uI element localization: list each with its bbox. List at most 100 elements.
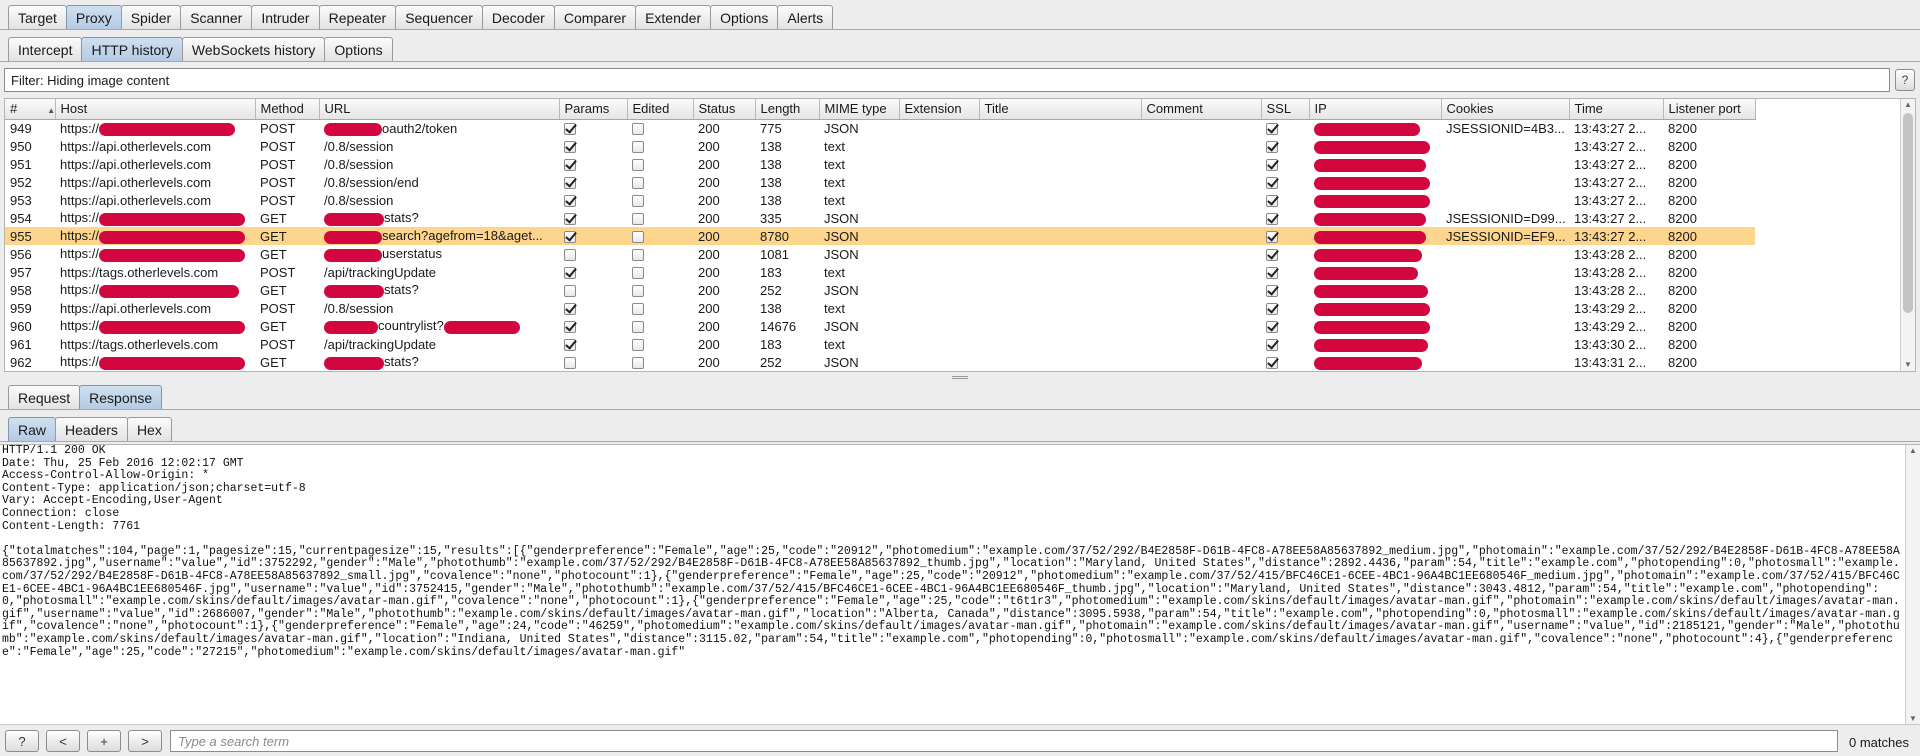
edited-checkbox[interactable] — [632, 213, 644, 226]
column-header-number[interactable]: # ▲ — [5, 99, 56, 120]
edited-checkbox[interactable] — [632, 141, 644, 154]
column-header-method[interactable]: Method — [255, 99, 320, 120]
tab-request[interactable]: Request — [8, 385, 81, 409]
tab-proxy[interactable]: Proxy — [65, 5, 122, 29]
column-header-title[interactable]: Title — [979, 99, 1142, 120]
search-next-button[interactable]: > — [128, 730, 162, 752]
column-header-ssl[interactable]: SSL — [1261, 99, 1310, 120]
tab-raw[interactable]: Raw — [8, 417, 57, 441]
search-previous-button[interactable]: < — [46, 730, 80, 752]
edited-checkbox[interactable] — [632, 195, 644, 208]
response-raw-text[interactable]: HTTP/1.1 200 OK Date: Thu, 25 Feb 2016 1… — [2, 445, 1902, 725]
edited-checkbox[interactable] — [632, 303, 644, 316]
table-row[interactable]: 950 https://api.otherlevels.com POST/0.8/s… — [5, 137, 1755, 155]
edited-checkbox[interactable] — [632, 159, 644, 172]
response-scrollbar[interactable]: ▲ ▼ — [1905, 445, 1920, 725]
ssl-checkbox[interactable] — [1266, 339, 1278, 352]
column-header-params[interactable]: Params — [559, 99, 628, 120]
tab-comparer[interactable]: Comparer — [553, 5, 637, 29]
table-row[interactable]: 962 https:// GET stats? 200 252 JSON 13:43:31 2… — [5, 353, 1755, 371]
edited-checkbox[interactable] — [632, 267, 644, 280]
ssl-checkbox[interactable] — [1266, 267, 1278, 280]
column-header-cookies[interactable]: Cookies — [1441, 99, 1570, 120]
column-header-time[interactable]: Time — [1569, 99, 1664, 120]
table-row[interactable]: 954 https:// GET stats? 200 335 JSON JSESSIONID… — [5, 209, 1755, 227]
edited-checkbox[interactable] — [632, 231, 644, 244]
params-checkbox[interactable] — [564, 357, 576, 370]
tab-sequencer[interactable]: Sequencer — [395, 5, 483, 29]
ssl-checkbox[interactable] — [1266, 285, 1278, 298]
params-checkbox[interactable] — [564, 339, 576, 352]
table-row[interactable]: 959 https://api.otherlevels.com POST/0.8/s… — [5, 299, 1755, 317]
params-checkbox[interactable] — [564, 177, 576, 190]
edited-checkbox[interactable] — [632, 357, 644, 370]
scrollbar-thumb[interactable] — [1903, 113, 1913, 313]
history-scrollbar[interactable]: ▲ ▼ — [1900, 99, 1915, 371]
ssl-checkbox[interactable] — [1266, 177, 1278, 190]
ssl-checkbox[interactable] — [1266, 159, 1278, 172]
ssl-checkbox[interactable] — [1266, 249, 1278, 262]
splitter-grip-icon[interactable] — [952, 375, 968, 379]
table-row[interactable]: 953 https://api.otherlevels.com POST/0.8/s… — [5, 191, 1755, 209]
table-row[interactable]: 949 https:// POST oauth2/token 200 775 JSON JSE… — [5, 119, 1755, 137]
edited-checkbox[interactable] — [632, 249, 644, 262]
column-header-extension[interactable]: Extension — [899, 99, 980, 120]
params-checkbox[interactable] — [564, 231, 576, 244]
params-checkbox[interactable] — [564, 249, 576, 262]
tab-target[interactable]: Target — [8, 5, 67, 29]
tab-decoder[interactable]: Decoder — [481, 5, 555, 29]
ssl-checkbox[interactable] — [1266, 357, 1278, 370]
column-header-comment[interactable]: Comment — [1141, 99, 1262, 120]
edited-checkbox[interactable] — [632, 177, 644, 190]
params-checkbox[interactable] — [564, 321, 576, 334]
table-row[interactable]: 955 https://GET search?agefrom=18&aget... 2… — [5, 227, 1755, 245]
ssl-checkbox[interactable] — [1266, 213, 1278, 226]
table-row[interactable]: 960 https:// GET countrylist? 200 14676 JSON 13… — [5, 317, 1755, 335]
column-header-mime-type[interactable]: MIME type — [819, 99, 900, 120]
edited-checkbox[interactable] — [632, 123, 644, 136]
column-header-ip[interactable]: IP — [1309, 99, 1442, 120]
ssl-checkbox[interactable] — [1266, 231, 1278, 244]
ssl-checkbox[interactable] — [1266, 321, 1278, 334]
subtab-websockets-history[interactable]: WebSockets history — [181, 37, 326, 61]
column-header-status[interactable]: Status — [693, 99, 756, 120]
column-header-length[interactable]: Length — [755, 99, 820, 120]
table-row[interactable]: 951 https://api.otherlevels.com POST/0.8/s… — [5, 155, 1755, 173]
params-checkbox[interactable] — [564, 195, 576, 208]
edited-checkbox[interactable] — [632, 321, 644, 334]
subtab-options[interactable]: Options — [324, 37, 393, 61]
table-row[interactable]: 952 https://api.otherlevels.com POST/0.8/s… — [5, 173, 1755, 191]
params-checkbox[interactable] — [564, 213, 576, 226]
params-checkbox[interactable] — [564, 285, 576, 298]
edited-checkbox[interactable] — [632, 339, 644, 352]
tab-intruder[interactable]: Intruder — [251, 5, 320, 29]
params-checkbox[interactable] — [564, 267, 576, 280]
tab-hex[interactable]: Hex — [126, 417, 172, 441]
search-input[interactable] — [170, 730, 1838, 752]
column-header-host[interactable]: Host — [55, 99, 256, 120]
ssl-checkbox[interactable] — [1266, 303, 1278, 316]
ssl-checkbox[interactable] — [1266, 123, 1278, 136]
tab-extender[interactable]: Extender — [635, 5, 712, 29]
ssl-checkbox[interactable] — [1266, 195, 1278, 208]
tab-alerts[interactable]: Alerts — [777, 5, 834, 29]
search-help-button[interactable]: ? — [5, 730, 39, 752]
tab-repeater[interactable]: Repeater — [318, 5, 397, 29]
search-add-button[interactable]: + — [87, 730, 121, 752]
scroll-up-icon[interactable]: ▲ — [1906, 445, 1920, 457]
params-checkbox[interactable] — [564, 123, 576, 136]
ssl-checkbox[interactable] — [1266, 141, 1278, 154]
table-row[interactable]: 956 https:// GET userstatus 200 1081 JSON 13:43… — [5, 245, 1755, 263]
params-checkbox[interactable] — [564, 303, 576, 316]
column-header-edited[interactable]: Edited — [627, 99, 694, 120]
help-button[interactable]: ? — [1895, 69, 1915, 91]
table-row[interactable]: 958 https:// GET stats? 200 252 JSON 13:43:28 2… — [5, 281, 1755, 299]
table-row[interactable]: 961 https://tags.otherlevels.com POST/api/… — [5, 335, 1755, 353]
tab-scanner[interactable]: Scanner — [180, 5, 253, 29]
scroll-up-icon[interactable]: ▲ — [1901, 99, 1915, 111]
tab-headers[interactable]: Headers — [55, 417, 128, 441]
params-checkbox[interactable] — [564, 141, 576, 154]
table-row[interactable]: 957 https://tags.otherlevels.com POST/api/… — [5, 263, 1755, 281]
scroll-down-icon[interactable]: ▼ — [1901, 359, 1915, 371]
params-checkbox[interactable] — [564, 159, 576, 172]
